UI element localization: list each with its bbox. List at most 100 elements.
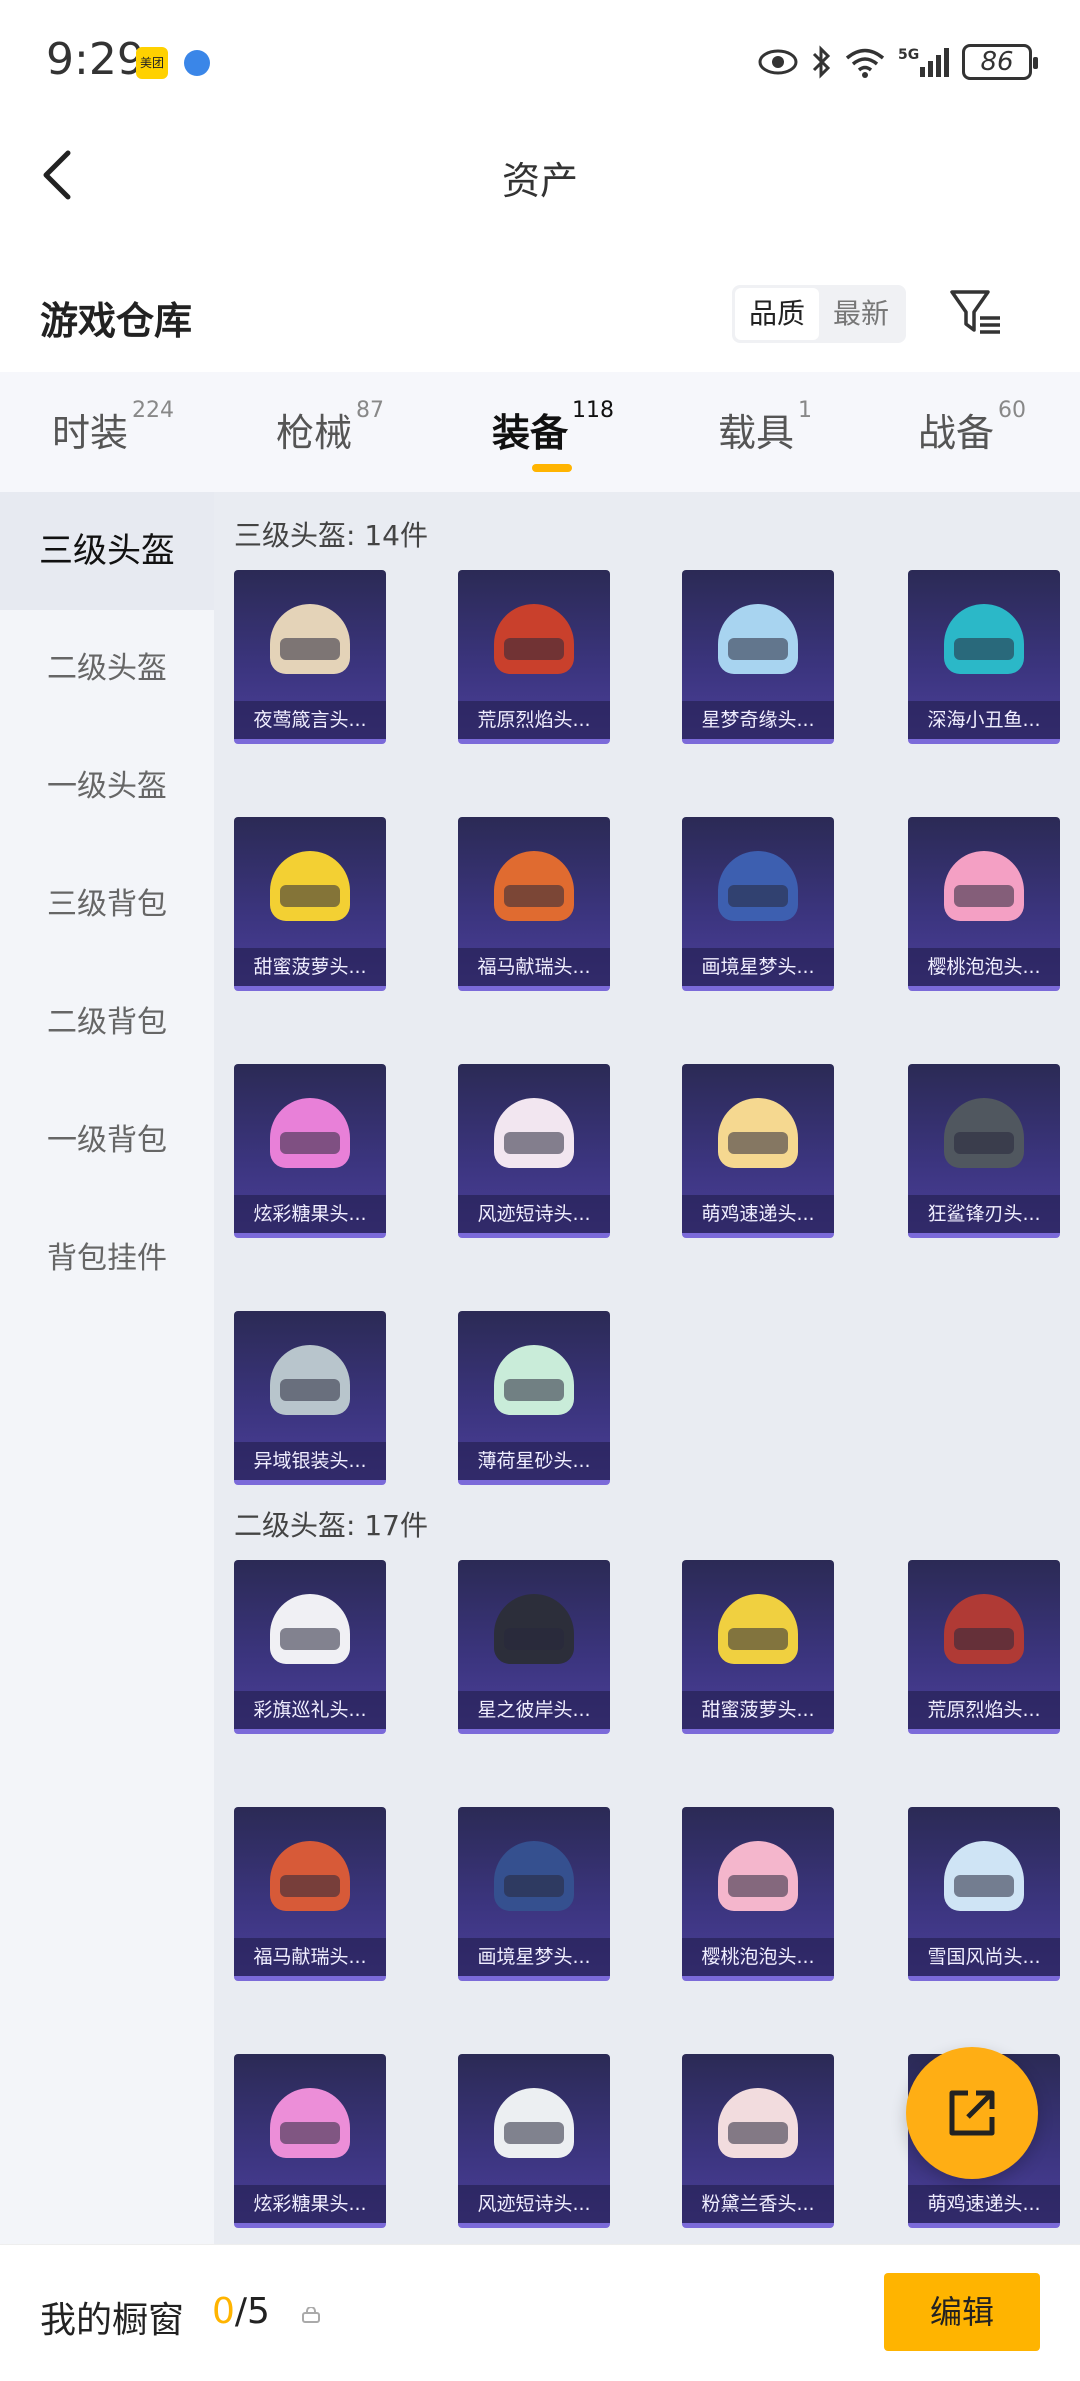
- sort-option-quality[interactable]: 品质: [735, 288, 819, 340]
- warehouse-header: 游戏仓库 品质 最新: [0, 270, 1080, 360]
- eye-icon: [758, 49, 798, 75]
- item-name: 画境星梦头...: [682, 948, 834, 986]
- tab-equipment[interactable]: 装备118: [492, 398, 614, 457]
- item-card[interactable]: 深海小丑鱼...: [908, 570, 1060, 744]
- item-card[interactable]: 萌鸡速递头...: [682, 1064, 834, 1238]
- helmet-visor: [728, 1875, 788, 1897]
- item-name: 萌鸡速递头...: [908, 2185, 1060, 2223]
- item-card[interactable]: 画境星梦头...: [458, 1807, 610, 1981]
- status-time: 9:29: [46, 34, 145, 85]
- helmet-visor: [504, 638, 564, 660]
- helmet-visor: [954, 1132, 1014, 1154]
- item-grid: 三级头盔: 14件 夜莺箴言头... 荒原烈焰头... 星梦奇缘头... 深海小丑鱼.…: [214, 492, 1080, 2244]
- item-card[interactable]: 异域银装头...: [234, 1311, 386, 1485]
- sidebar-item-lv2-helmet[interactable]: 二级头盔: [0, 610, 214, 728]
- item-card[interactable]: 荒原烈焰头...: [908, 1560, 1060, 1734]
- tab-supplies[interactable]: 战备60: [918, 398, 1026, 457]
- item-name: 福马献瑞头...: [458, 948, 610, 986]
- tab-guns[interactable]: 枪械87: [276, 398, 384, 457]
- item-name: 萌鸡速递头...: [682, 1195, 834, 1233]
- item-card[interactable]: 星梦奇缘头...: [682, 570, 834, 744]
- item-name: 风迹短诗头...: [458, 1195, 610, 1233]
- helmet-visor: [280, 1628, 340, 1650]
- nav-header: 资产: [0, 125, 1080, 225]
- item-card[interactable]: 薄荷星砂头...: [458, 1311, 610, 1485]
- item-card[interactable]: 樱桃泡泡头...: [908, 817, 1060, 991]
- tab-label: 装备: [492, 411, 569, 455]
- share-button[interactable]: [906, 2047, 1038, 2179]
- helmet-visor: [954, 1875, 1014, 1897]
- tab-count: 60: [998, 398, 1027, 423]
- item-name: 荒原烈焰头...: [458, 701, 610, 739]
- item-name: 粉黛兰香头...: [682, 2185, 834, 2223]
- filter-icon[interactable]: [948, 284, 1004, 340]
- helmet-visor: [728, 2122, 788, 2144]
- sidebar-item-backpack-charm[interactable]: 背包挂件: [0, 1200, 214, 1318]
- item-name: 炫彩糖果头...: [234, 1195, 386, 1233]
- sort-toggle: 品质 最新: [732, 285, 906, 343]
- item-card[interactable]: 画境星梦头...: [682, 817, 834, 991]
- status-icons: 5G 86: [758, 40, 1038, 84]
- tab-count: 224: [132, 398, 175, 423]
- sidebar-item-lv1-backpack[interactable]: 一级背包: [0, 1082, 214, 1200]
- item-name: 福马献瑞头...: [234, 1938, 386, 1976]
- item-card[interactable]: 甜蜜菠萝头...: [682, 1560, 834, 1734]
- tab-vehicles[interactable]: 载具1: [718, 398, 812, 457]
- category-tabs: 时装224 枪械87 装备118 载具1 战备60: [0, 372, 1080, 492]
- item-card[interactable]: 星之彼岸头...: [458, 1560, 610, 1734]
- helmet-visor: [504, 1132, 564, 1154]
- page-title: 资产: [501, 159, 578, 203]
- item-card[interactable]: 雪国风尚头...: [908, 1807, 1060, 1981]
- helmet-visor: [504, 885, 564, 907]
- item-card[interactable]: 福马献瑞头...: [458, 817, 610, 991]
- item-card[interactable]: 福马献瑞头...: [234, 1807, 386, 1981]
- item-card[interactable]: 风迹短诗头...: [458, 1064, 610, 1238]
- item-name: 甜蜜菠萝头...: [682, 1691, 834, 1729]
- helmet-visor: [504, 1875, 564, 1897]
- item-name: 深海小丑鱼...: [908, 701, 1060, 739]
- showcase-bar: 我的橱窗 0/5 编辑: [0, 2244, 1080, 2381]
- showcase-total: /5: [234, 2291, 270, 2332]
- battery-icon: 86: [962, 44, 1038, 80]
- item-name: 雪国风尚头...: [908, 1938, 1060, 1976]
- item-name: 画境星梦头...: [458, 1938, 610, 1976]
- tab-count: 1: [798, 398, 813, 423]
- sidebar-item-lv2-backpack[interactable]: 二级背包: [0, 964, 214, 1082]
- asset-page: 9:29 美团 5G 86 资产 游戏仓库 品质 最新 时装224 枪械87 装…: [0, 0, 1080, 2381]
- edit-button[interactable]: 编辑: [884, 2273, 1040, 2351]
- item-card[interactable]: 狂鲨锋刃头...: [908, 1064, 1060, 1238]
- item-name: 彩旗巡礼头...: [234, 1691, 386, 1729]
- share-icon: [949, 2090, 995, 2136]
- bluetooth-icon: [812, 45, 831, 79]
- sort-option-latest[interactable]: 最新: [819, 288, 903, 340]
- tab-label: 时装: [52, 411, 129, 455]
- sidebar-item-lv3-helmet[interactable]: 三级头盔: [0, 492, 214, 610]
- item-name: 异域银装头...: [234, 1442, 386, 1480]
- item-card[interactable]: 荒原烈焰头...: [458, 570, 610, 744]
- sidebar-item-lv1-helmet[interactable]: 一级头盔: [0, 728, 214, 846]
- helmet-visor: [504, 2122, 564, 2144]
- item-card[interactable]: 炫彩糖果头...: [234, 2054, 386, 2228]
- item-card[interactable]: 夜莺箴言头...: [234, 570, 386, 744]
- helmet-visor: [728, 1628, 788, 1650]
- item-name: 薄荷星砂头...: [458, 1442, 610, 1480]
- tab-fashion[interactable]: 时装224: [52, 398, 174, 457]
- item-name: 狂鲨锋刃头...: [908, 1195, 1060, 1233]
- helmet-visor: [954, 1628, 1014, 1650]
- helmet-visor: [728, 638, 788, 660]
- item-card[interactable]: 粉黛兰香头...: [682, 2054, 834, 2228]
- status-bar: 9:29 美团 5G 86: [0, 0, 1080, 125]
- helmet-visor: [280, 1875, 340, 1897]
- item-name: 星之彼岸头...: [458, 1691, 610, 1729]
- tab-label: 战备: [918, 411, 995, 455]
- active-tab-indicator: [532, 464, 572, 472]
- item-card[interactable]: 甜蜜菠萝头...: [234, 817, 386, 991]
- item-card[interactable]: 彩旗巡礼头...: [234, 1560, 386, 1734]
- item-card[interactable]: 风迹短诗头...: [458, 2054, 610, 2228]
- globe-icon: [184, 50, 210, 76]
- item-card[interactable]: 炫彩糖果头...: [234, 1064, 386, 1238]
- sidebar-item-lv3-backpack[interactable]: 三级背包: [0, 846, 214, 964]
- showcase-count: 0/5: [212, 2291, 270, 2332]
- item-card[interactable]: 樱桃泡泡头...: [682, 1807, 834, 1981]
- helmet-visor: [280, 1132, 340, 1154]
